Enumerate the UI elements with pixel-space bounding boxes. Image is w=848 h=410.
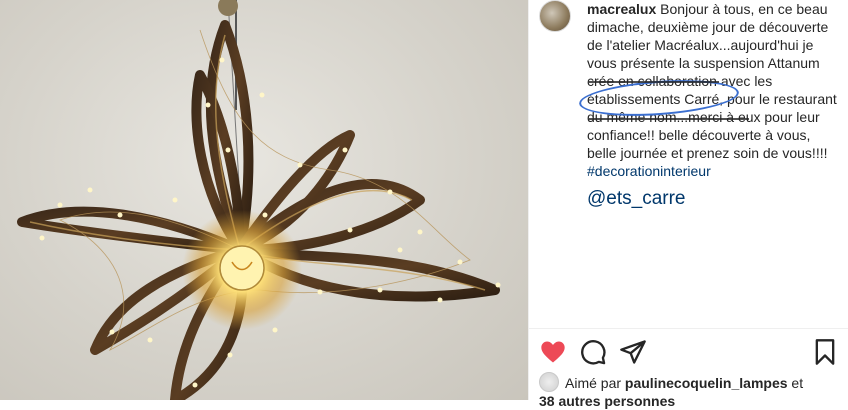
pendant-lamp-illustration: [17, 0, 501, 400]
comment-bubble-icon[interactable]: [579, 338, 607, 366]
paper-plane-icon[interactable]: [619, 338, 647, 366]
mention-annotation: @ets_carre: [587, 188, 686, 209]
likes-others-link[interactable]: 38 autres personnes: [539, 393, 675, 409]
post-caption: macrealux Bonjour à tous, en ce beau dim…: [587, 0, 839, 208]
likes-summary: Aimé par paulinecoquelin_lampes et 38 au…: [539, 372, 839, 410]
liker-username-link[interactable]: paulinecoquelin_lampes: [625, 375, 788, 391]
hashtag-link[interactable]: #decorationinterieur: [587, 162, 839, 180]
scribble-mark: [589, 118, 749, 120]
post-image[interactable]: [0, 0, 528, 400]
heart-filled-icon[interactable]: [539, 338, 567, 366]
liker-avatar[interactable]: [539, 372, 559, 392]
post-actions: [539, 338, 839, 368]
username-link[interactable]: macrealux: [587, 1, 656, 17]
post-sidebar: macrealux Bonjour à tous, en ce beau dim…: [528, 0, 848, 409]
scribble-mark: [589, 81, 719, 83]
bookmark-icon[interactable]: [811, 338, 839, 366]
actions-divider: [529, 328, 848, 329]
likes-prefix: Aimé par: [565, 375, 625, 391]
user-avatar[interactable]: [539, 0, 571, 32]
likes-suffix: et: [787, 375, 804, 391]
caption-highlighted-text: établissements Carré: [587, 91, 720, 107]
